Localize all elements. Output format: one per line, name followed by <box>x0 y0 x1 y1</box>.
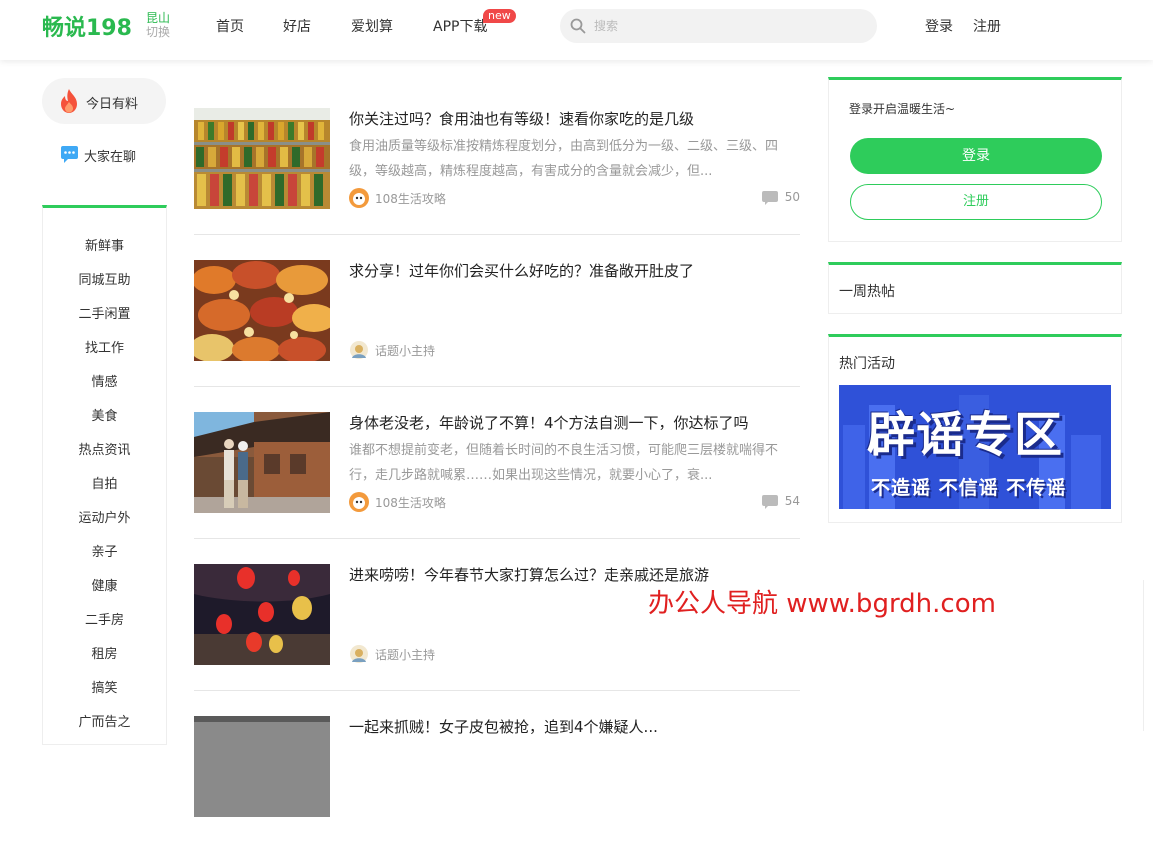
category-item[interactable]: 热点资讯 <box>43 439 166 458</box>
search-input[interactable] <box>594 16 864 36</box>
nav-deals[interactable]: 爱划算 <box>351 16 393 36</box>
author-name: 话题小主持 <box>375 648 436 662</box>
post-thumbnail[interactable] <box>194 412 330 513</box>
city-switch[interactable]: 切换 <box>146 25 170 39</box>
header-register-link[interactable]: 注册 <box>973 16 1001 36</box>
divider <box>194 690 800 691</box>
category-item[interactable]: 亲子 <box>43 541 166 560</box>
post-author[interactable]: 108生活攻略 <box>349 492 446 512</box>
feed-item[interactable]: 身体老没老，年龄说了不算！4个方法自测一下，你达标了吗 谁都不想提前变老，但随着… <box>194 412 800 564</box>
register-button[interactable]: 注册 <box>850 184 1102 220</box>
comment-icon <box>762 495 778 509</box>
new-badge: new <box>483 9 516 23</box>
banner-slogan: 不造谣 不信谣 不传谣 <box>871 477 1067 499</box>
hot-events-card: 热门活动 辟谣专区 不造谣 不信谣 不传谣 <box>828 334 1122 523</box>
post-title[interactable]: 身体老没老，年龄说了不算！4个方法自测一下，你达标了吗 <box>349 412 749 433</box>
category-item[interactable]: 搞笑 <box>43 677 166 696</box>
post-title[interactable]: 求分享！过年你们会买什么好吃的？准备敞开肚皮了 <box>349 260 694 281</box>
login-prompt: 登录开启温暖生活~ <box>849 102 956 116</box>
comment-count[interactable]: 50 <box>762 190 800 205</box>
category-item[interactable]: 自拍 <box>43 473 166 492</box>
author-name: 话题小主持 <box>375 344 436 358</box>
post-title[interactable]: 进来唠唠！今年春节大家打算怎么过？走亲戚还是旅游 <box>349 564 709 585</box>
nav-home[interactable]: 首页 <box>216 16 244 36</box>
weekly-hot-posts-card: 一周热帖 <box>828 262 1122 314</box>
post-excerpt: 食用油质量等级标准按精炼程度划分，由高到低分为一级、二级、三级、四级，等级越高，… <box>349 139 779 179</box>
comment-count[interactable]: 54 <box>762 494 800 509</box>
post-excerpt: 谁都不想提前变老，但随着长时间的不良生活习惯，可能爬三层楼就喘得不行，走几步路就… <box>349 443 779 483</box>
category-item[interactable]: 健康 <box>43 575 166 594</box>
author-name: 108生活攻略 <box>375 192 446 206</box>
login-button[interactable]: 登录 <box>850 138 1102 174</box>
post-author[interactable]: 108生活攻略 <box>349 188 446 208</box>
today-highlights-tab[interactable]: 今日有料 <box>42 78 166 124</box>
post-thumbnail[interactable] <box>194 260 330 361</box>
category-item[interactable]: 二手闲置 <box>43 303 166 322</box>
author-name: 108生活攻略 <box>375 496 446 510</box>
nav-good-shops[interactable]: 好店 <box>283 16 311 36</box>
category-item[interactable]: 美食 <box>43 405 166 424</box>
post-thumbnail[interactable] <box>194 108 330 209</box>
top-header: 畅说198 昆山 切换 首页 好店 爱划算 APP下载 new 登录 注册 <box>0 0 1153 60</box>
feed-item[interactable]: 你关注过吗？食用油也有等级！速看你家吃的是几级 食用油质量等级标准按精炼程度划分… <box>194 108 800 260</box>
today-highlights-label: 今日有料 <box>86 97 139 112</box>
nav-app-download[interactable]: APP下载 <box>433 16 487 36</box>
city-name: 昆山 <box>146 11 171 25</box>
weekly-hot-posts-title[interactable]: 一周热帖 <box>839 281 895 301</box>
site-logo[interactable]: 畅说198 <box>42 10 132 42</box>
login-card: 登录开启温暖生活~ 登录 注册 <box>828 77 1122 242</box>
post-thumbnail[interactable] <box>194 564 330 665</box>
city-selector[interactable]: 昆山 切换 <box>146 11 170 39</box>
category-item[interactable]: 新鲜事 <box>43 235 166 254</box>
category-item[interactable]: 运动户外 <box>43 507 166 526</box>
post-title[interactable]: 你关注过吗？食用油也有等级！速看你家吃的是几级 <box>349 108 694 129</box>
feed-item[interactable]: 求分享！过年你们会买什么好吃的？准备敞开肚皮了 话题小主持 <box>194 260 800 412</box>
category-list: 新鲜事 同城互助 二手闲置 找工作 情感 美食 热点资讯 自拍 运动户外 亲子 … <box>42 205 167 745</box>
category-item[interactable]: 广而告之 <box>43 711 166 730</box>
comment-count-value: 54 <box>784 494 800 508</box>
header-login-link[interactable]: 登录 <box>925 16 953 36</box>
flame-icon <box>61 89 77 113</box>
hot-events-title[interactable]: 热门活动 <box>839 353 895 373</box>
category-item[interactable]: 二手房 <box>43 609 166 628</box>
post-author[interactable]: 话题小主持 <box>349 340 435 360</box>
banner-heading: 辟谣专区 <box>867 407 1064 463</box>
divider <box>194 538 800 539</box>
watermark-text: 办公人导航 www.bgrdh.com <box>648 589 996 619</box>
author-avatar-icon <box>349 492 369 512</box>
post-author[interactable]: 话题小主持 <box>349 644 435 664</box>
category-item[interactable]: 情感 <box>43 371 166 390</box>
post-title[interactable]: 一起来抓贼！女子皮包被抢，追到4个嫌疑人... <box>349 716 658 737</box>
author-avatar-icon <box>350 645 368 663</box>
page-scrollbar[interactable] <box>1143 580 1153 731</box>
chat-bubble-icon <box>61 146 78 163</box>
search-bar[interactable] <box>560 9 877 43</box>
community-chat-tab[interactable]: 大家在聊 <box>60 145 136 168</box>
comment-icon <box>762 191 778 205</box>
category-item[interactable]: 同城互助 <box>43 269 166 288</box>
post-thumbnail[interactable] <box>194 716 330 817</box>
rumor-busting-banner[interactable]: 辟谣专区 不造谣 不信谣 不传谣 <box>839 385 1111 509</box>
comment-count-value: 50 <box>784 190 800 204</box>
divider <box>194 386 800 387</box>
community-chat-label: 大家在聊 <box>84 150 137 165</box>
search-icon <box>570 18 586 34</box>
category-item[interactable]: 租房 <box>43 643 166 662</box>
author-avatar-icon <box>350 341 368 359</box>
author-avatar-icon <box>349 188 369 208</box>
divider <box>194 234 800 235</box>
category-item[interactable]: 找工作 <box>43 337 166 356</box>
feed-item[interactable]: 一起来抓贼！女子皮包被抢，追到4个嫌疑人... <box>194 716 800 868</box>
